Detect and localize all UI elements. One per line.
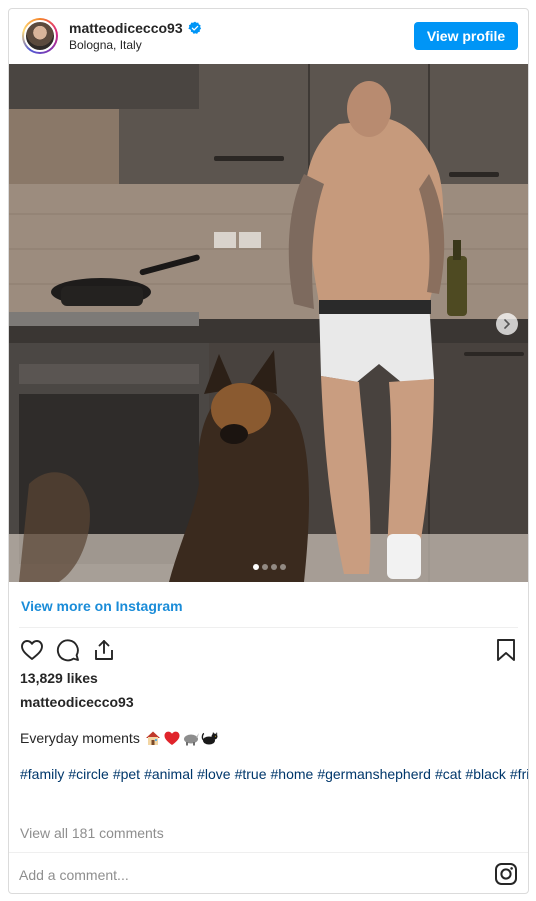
avatar-image	[24, 20, 56, 52]
comment-button[interactable]	[55, 637, 81, 663]
rhino-emoji-icon	[183, 733, 199, 746]
view-profile-button[interactable]: View profile	[414, 22, 518, 50]
kitchen-photo-illustration	[9, 64, 528, 582]
hashtag-link[interactable]: #family	[20, 766, 64, 782]
post-header: matteodicecco93 Bologna, Italy View prof…	[9, 9, 528, 63]
hashtag-list: #family #circle #pet #animal #love #true #home…	[20, 765, 528, 783]
location[interactable]: Bologna, Italy	[69, 38, 202, 52]
share-icon	[95, 640, 113, 660]
verified-badge-icon	[187, 21, 201, 34]
instagram-logo-icon[interactable]	[494, 862, 518, 886]
caption-username[interactable]: matteodicecco93	[20, 694, 134, 710]
hashtag-link[interactable]: #true	[235, 766, 267, 782]
view-all-comments-link[interactable]: View all 181 comments	[20, 825, 164, 841]
comment-input[interactable]	[19, 864, 459, 886]
hashtag-link[interactable]: #animal	[144, 766, 193, 782]
chevron-right-icon	[504, 319, 511, 329]
hashtag-link[interactable]: #friends	[510, 766, 528, 782]
action-bar	[19, 637, 519, 665]
carousel-dot	[253, 564, 259, 570]
hashtag-link[interactable]: #home	[271, 766, 314, 782]
hashtag-link[interactable]: #germanshepherd	[317, 766, 431, 782]
carousel-next-button[interactable]	[496, 313, 518, 335]
share-button[interactable]	[91, 637, 117, 663]
like-button[interactable]	[19, 637, 45, 663]
comment-bar	[9, 852, 528, 893]
hashtag-link[interactable]: #circle	[68, 766, 108, 782]
bookmark-icon	[497, 639, 515, 661]
comment-icon	[56, 639, 79, 662]
hashtag-link[interactable]: #black	[465, 766, 505, 782]
instagram-embed-card: matteodicecco93 Bologna, Italy View prof…	[8, 8, 529, 894]
carousel-dot	[271, 564, 277, 570]
hashtag-link[interactable]: #pet	[113, 766, 140, 782]
hashtag-link[interactable]: #love	[197, 766, 230, 782]
carousel-dot	[280, 564, 286, 570]
user-block: matteodicecco93 Bologna, Italy	[69, 20, 202, 52]
hashtag-link[interactable]: #cat	[435, 766, 461, 782]
heart-icon	[21, 640, 43, 660]
avatar[interactable]	[22, 18, 58, 54]
view-more-link[interactable]: View more on Instagram	[21, 598, 183, 614]
caption-text: Everyday moments	[20, 730, 140, 746]
caption: Everyday moments	[20, 729, 219, 747]
divider	[19, 627, 518, 628]
save-button[interactable]	[493, 637, 519, 663]
red-heart-emoji-icon	[164, 731, 180, 745]
username-row: matteodicecco93	[69, 20, 202, 36]
username[interactable]: matteodicecco93	[69, 20, 183, 36]
house-emoji-icon	[145, 731, 160, 745]
black-cat-emoji-icon	[201, 732, 218, 745]
caption-emojis	[144, 729, 219, 747]
likes-count[interactable]: 13,829 likes	[20, 670, 98, 686]
post-photo[interactable]	[9, 64, 528, 582]
carousel-dot	[262, 564, 268, 570]
carousel-indicator	[9, 564, 528, 570]
